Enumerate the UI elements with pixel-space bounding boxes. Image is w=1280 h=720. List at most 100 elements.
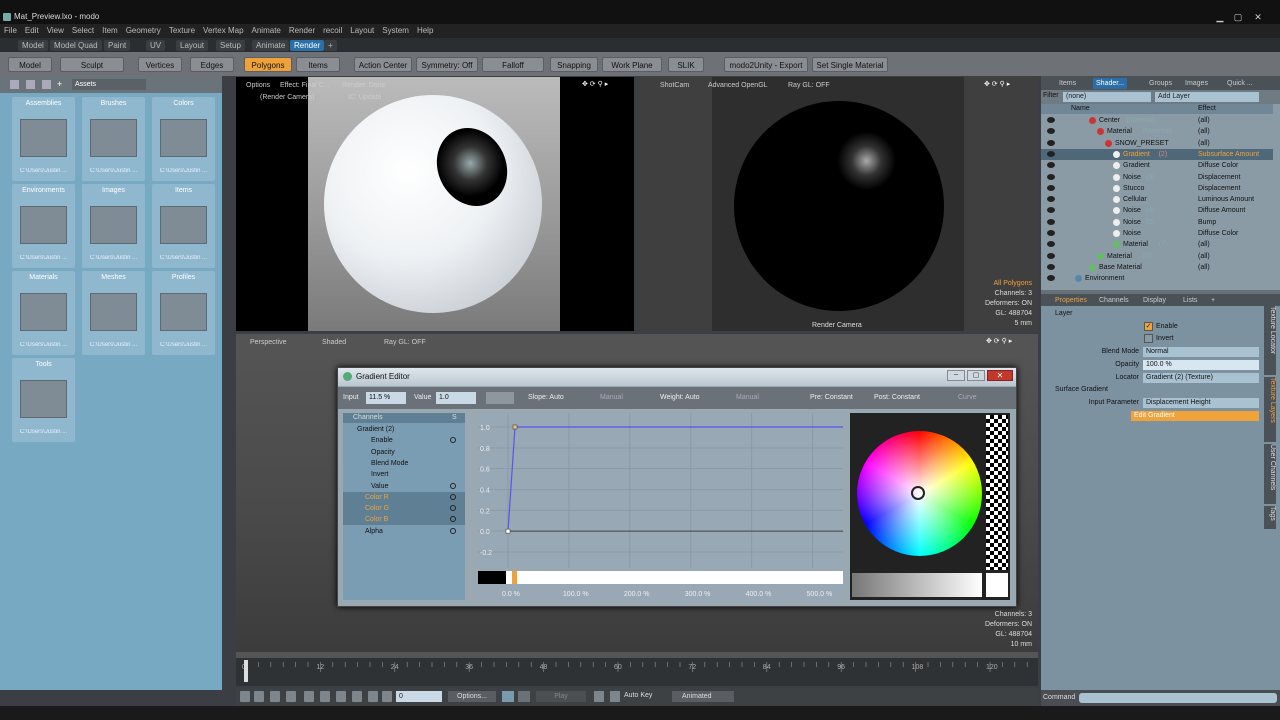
- auto-key-label[interactable]: Auto Key: [624, 692, 652, 699]
- weight-dropdown[interactable]: Weight: Auto: [660, 392, 700, 404]
- panel-tab-shader[interactable]: Shader...: [1093, 78, 1128, 89]
- menu-select[interactable]: Select: [68, 24, 98, 38]
- panel-tab-quick[interactable]: Quick ...: [1227, 78, 1253, 89]
- preset-tile-items[interactable]: Items C:\Users\Justin ...: [152, 184, 215, 268]
- minimize-icon[interactable]: ▁: [1214, 12, 1226, 22]
- alpha-slider[interactable]: [986, 415, 1008, 570]
- visibility-eye-icon[interactable]: [1047, 117, 1055, 123]
- prev-frame-icon[interactable]: [270, 691, 280, 702]
- shader-row[interactable]: Material (6) (all): [1041, 251, 1273, 262]
- channel-row[interactable]: Invert: [343, 469, 465, 480]
- visibility-eye-icon[interactable]: [1047, 162, 1055, 169]
- pre-behavior-dropdown[interactable]: Pre: Constant: [810, 392, 853, 404]
- menu-animate[interactable]: Animate: [248, 24, 285, 38]
- layout-tab-add[interactable]: +: [324, 40, 337, 51]
- preset-tile-colors[interactable]: Colors C:\Users\Justin ...: [152, 97, 215, 181]
- preview-options-button[interactable]: Options: [246, 80, 270, 91]
- visibility-eye-icon[interactable]: [1047, 275, 1055, 282]
- color-wheel-cursor-icon[interactable]: [911, 486, 925, 500]
- shader-row[interactable]: Gradient Diffuse Color: [1041, 160, 1273, 171]
- forward-icon[interactable]: [26, 80, 35, 89]
- layout-tab-uv[interactable]: UV: [146, 40, 166, 51]
- layout-tab-render[interactable]: Render: [290, 40, 325, 51]
- preset-tile-images[interactable]: Images C:\Users\Justin ...: [82, 184, 145, 268]
- sculpt-button[interactable]: Sculpt: [60, 57, 124, 72]
- menu-view[interactable]: View: [43, 24, 68, 38]
- preview-effect-dropdown[interactable]: Effect: Final C...: [280, 80, 330, 91]
- curve-dropdown[interactable]: Curve: [958, 392, 977, 404]
- panel-tab-items[interactable]: Items: [1059, 78, 1076, 89]
- menu-file[interactable]: File: [0, 24, 21, 38]
- preview-ic-update[interactable]: IC: Update: [348, 92, 381, 103]
- visibility-eye-icon[interactable]: [1047, 207, 1055, 214]
- channel-row[interactable]: Alpha: [343, 526, 465, 537]
- items-button[interactable]: Items: [296, 57, 340, 72]
- add-layer-dropdown[interactable]: Add Layer: [1155, 92, 1259, 102]
- preset-tile-meshes[interactable]: Meshes C:\Users\Justin ...: [82, 271, 145, 355]
- persp-nav-icons[interactable]: ✥ ⟳ ⚲ ▸: [986, 336, 1012, 347]
- input-parameter-dropdown[interactable]: Displacement Height: [1143, 398, 1259, 408]
- stop-icon[interactable]: [304, 691, 314, 702]
- play-back-icon[interactable]: [286, 691, 296, 702]
- command-input[interactable]: [1079, 693, 1277, 703]
- gradient-curve-graph[interactable]: 1.0 0.8 0.6 0.4 0.2 0.0 -0.2: [478, 413, 843, 568]
- preset-tile-assemblies[interactable]: Assemblies C:\Users\Justin ...: [12, 97, 75, 181]
- layout-tab-model-quad[interactable]: Model Quad: [50, 40, 102, 51]
- play-button[interactable]: Play: [536, 691, 586, 702]
- visibility-eye-icon[interactable]: [1047, 196, 1055, 203]
- shader-row[interactable]: Noise (3) Displacement: [1041, 172, 1273, 183]
- visibility-eye-icon[interactable]: [1047, 184, 1055, 191]
- channel-row[interactable]: Opacity: [343, 447, 465, 458]
- props-tab-add[interactable]: +: [1211, 295, 1215, 306]
- back-icon[interactable]: [10, 80, 19, 89]
- menu-edit[interactable]: Edit: [21, 24, 43, 38]
- layout-tab-model[interactable]: Model: [18, 40, 48, 51]
- layout-tab-setup[interactable]: Setup: [216, 40, 245, 51]
- slik-button[interactable]: SLIK: [668, 57, 704, 72]
- visibility-eye-icon[interactable]: [1047, 230, 1055, 236]
- channel-row[interactable]: Color G: [343, 503, 465, 515]
- menu-recoil[interactable]: recoil: [319, 24, 346, 38]
- visibility-eye-icon[interactable]: [1047, 263, 1055, 270]
- locator-dropdown[interactable]: Gradient (2) (Texture): [1143, 373, 1259, 383]
- loop-icon[interactable]: [382, 691, 392, 702]
- value-field[interactable]: 1.0: [436, 392, 476, 404]
- manual-weight-dropdown[interactable]: Manual: [736, 392, 759, 404]
- audio-icon[interactable]: [502, 691, 514, 702]
- up-icon[interactable]: [42, 80, 51, 89]
- menu-vertex-map[interactable]: Vertex Map: [199, 24, 247, 38]
- go-end-icon[interactable]: [368, 691, 378, 702]
- ge-close-icon[interactable]: ✕: [987, 370, 1013, 381]
- persp-raygl-toggle[interactable]: Ray GL: OFF: [384, 337, 426, 348]
- menu-item[interactable]: Item: [98, 24, 122, 38]
- visibility-eye-icon[interactable]: [1047, 128, 1055, 135]
- visibility-eye-icon[interactable]: [1047, 241, 1055, 248]
- animated-dropdown[interactable]: Animated: [672, 691, 734, 702]
- filter-dropdown[interactable]: (none): [1063, 92, 1151, 102]
- key-tool-button[interactable]: [486, 392, 514, 404]
- props-tab-channels[interactable]: Channels: [1099, 295, 1129, 306]
- visibility-eye-icon[interactable]: [1047, 252, 1055, 259]
- shader-row[interactable]: Center (Material) (all): [1041, 115, 1273, 126]
- enable-checkbox[interactable]: ✓: [1144, 322, 1153, 331]
- shader-row[interactable]: SNOW_PRESET (all): [1041, 138, 1273, 149]
- timeline[interactable]: 0 12 24 36 48 60 72 84 96 108 120: [236, 652, 1038, 686]
- shotcam-dropdown[interactable]: ShotCam: [660, 80, 689, 91]
- prev-key-icon[interactable]: [254, 691, 264, 702]
- preset-tile-tools[interactable]: Tools C:\Users\Justin ...: [12, 358, 75, 442]
- preview-viewport[interactable]: Options Effect: Final C... Render: Done …: [236, 77, 634, 331]
- snapping-button[interactable]: Snapping: [550, 57, 598, 72]
- modo2unity-export-button[interactable]: modo2Unity - Export: [724, 57, 808, 72]
- side-tab[interactable]: Texture Locator: [1264, 306, 1276, 375]
- preset-tile-profiles[interactable]: Profiles C:\Users\Justin ...: [152, 271, 215, 355]
- visibility-eye-icon[interactable]: [1047, 173, 1055, 180]
- action-center-dropdown[interactable]: Action Center: [354, 57, 412, 72]
- camera-nav-icons[interactable]: ✥ ⟳ ⚲ ▸: [984, 79, 1010, 90]
- curve-key-handle[interactable]: [505, 528, 511, 534]
- options-button[interactable]: Options...: [448, 691, 496, 702]
- shader-row[interactable]: Stucco Displacement: [1041, 183, 1273, 194]
- channel-row[interactable]: Gradient (2): [343, 424, 465, 435]
- shader-row[interactable]: Base Material (all): [1041, 262, 1273, 273]
- advanced-opengl-dropdown[interactable]: Advanced OpenGL: [708, 80, 768, 91]
- set-key-icon[interactable]: [594, 691, 604, 702]
